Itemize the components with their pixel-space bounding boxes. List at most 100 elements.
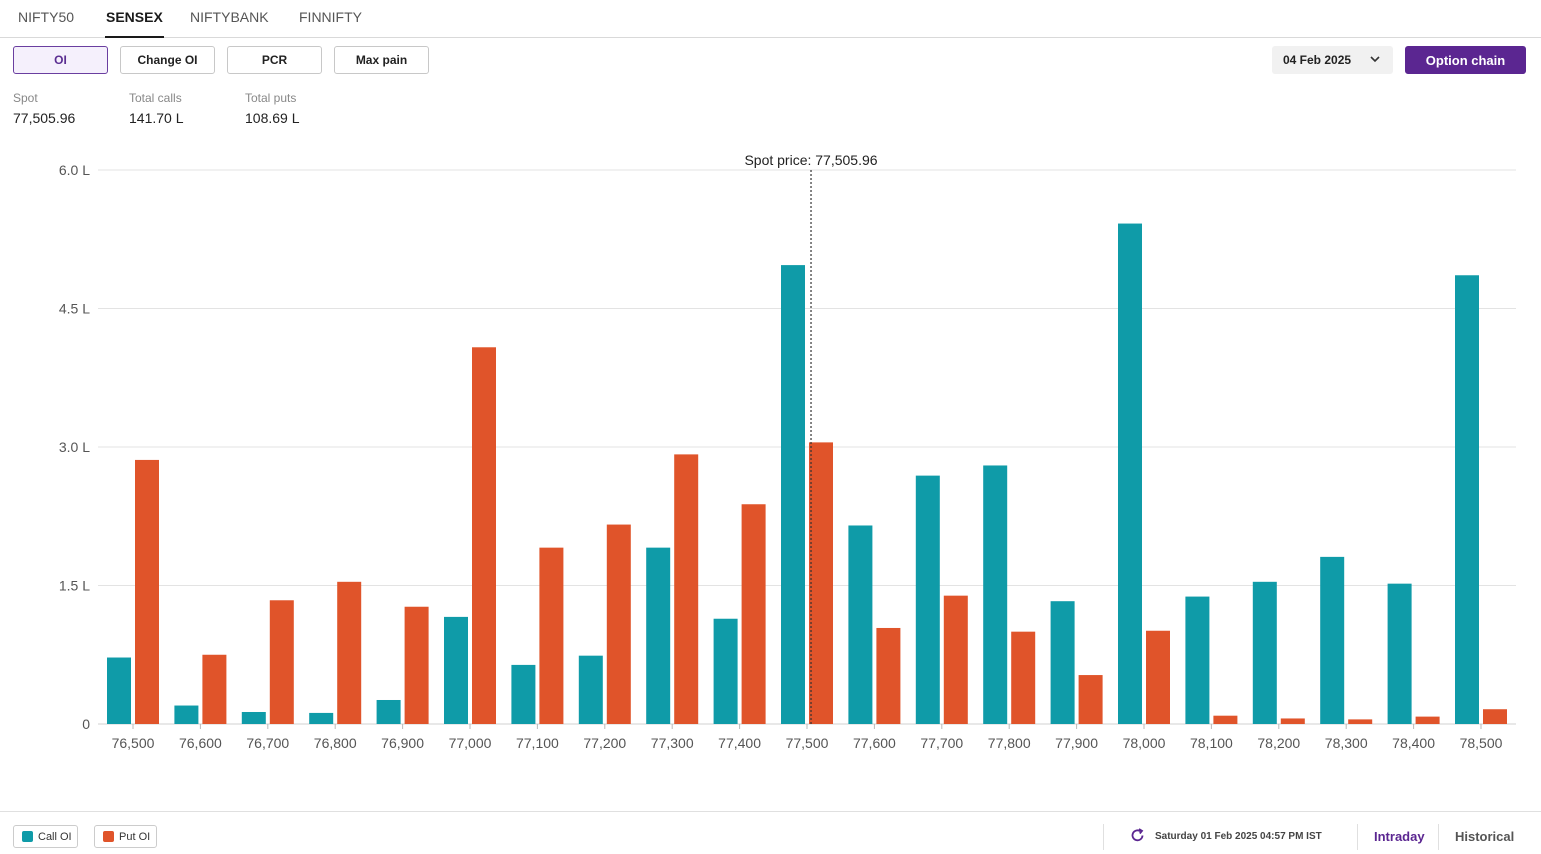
- divider: [1357, 824, 1358, 850]
- chevron-down-icon: [1370, 56, 1380, 63]
- intraday-tab[interactable]: Intraday: [1374, 829, 1425, 844]
- refresh-icon[interactable]: [1129, 827, 1146, 844]
- call-oi-swatch: [22, 831, 33, 842]
- call-oi-bar: [983, 465, 1008, 724]
- legend-call-oi-label: Call OI: [38, 830, 72, 843]
- x-tick-label: 77,100: [516, 735, 559, 751]
- x-tick-label: 77,700: [920, 735, 963, 751]
- x-tick-label: 76,600: [179, 735, 222, 751]
- spot-value: 77,505.96: [13, 110, 76, 126]
- call-oi-bar: [1050, 601, 1075, 724]
- last-updated-timestamp: Saturday 01 Feb 2025 04:57 PM IST: [1155, 831, 1322, 842]
- y-tick-label: 3.0 L: [59, 439, 90, 455]
- put-oi-bar: [876, 627, 901, 724]
- x-tick-label: 78,100: [1190, 735, 1233, 751]
- y-tick-label: 1.5 L: [59, 578, 90, 594]
- call-oi-bar: [1320, 556, 1345, 724]
- legend-call-oi[interactable]: Call OI: [13, 825, 78, 848]
- tab-finnifty[interactable]: FINNIFTY: [299, 9, 362, 38]
- put-oi-bar: [269, 600, 294, 724]
- call-oi-bar: [444, 616, 468, 724]
- x-tick-label: 78,400: [1392, 735, 1435, 751]
- call-oi-bar: [713, 618, 738, 724]
- put-oi-bar: [1078, 675, 1103, 724]
- put-oi-bar: [1415, 716, 1440, 724]
- call-oi-bar: [1252, 581, 1277, 724]
- option-chain-button[interactable]: Option chain: [1405, 46, 1526, 74]
- x-tick-label: 78,500: [1460, 735, 1503, 751]
- put-oi-bar: [606, 524, 631, 724]
- put-oi-bar: [472, 347, 496, 724]
- x-tick-label: 76,800: [314, 735, 357, 751]
- index-tabs: NIFTY50 SENSEX NIFTYBANK FINNIFTY: [0, 0, 1541, 38]
- spot-price-label: Spot price: 77,505.96: [744, 152, 877, 168]
- call-oi-bar: [646, 547, 671, 724]
- call-oi-bar: [1387, 583, 1412, 724]
- tab-niftybank[interactable]: NIFTYBANK: [190, 9, 269, 38]
- put-oi-bar: [337, 581, 362, 724]
- call-oi-bar: [107, 657, 131, 724]
- divider: [1103, 824, 1104, 850]
- call-oi-bar: [781, 265, 805, 724]
- x-tick-label: 78,000: [1123, 735, 1166, 751]
- put-oi-bar: [1483, 709, 1507, 724]
- tab-sensex[interactable]: SENSEX: [105, 9, 164, 38]
- expiry-date-value: 04 Feb 2025: [1283, 53, 1352, 67]
- x-tick-label: 77,200: [583, 735, 626, 751]
- x-tick-label: 76,500: [112, 735, 155, 751]
- put-oi-bar: [943, 595, 968, 724]
- call-oi-bar: [309, 712, 334, 724]
- put-oi-swatch: [103, 831, 114, 842]
- put-oi-bar: [1011, 631, 1036, 724]
- legend-put-oi[interactable]: Put OI: [94, 825, 157, 848]
- call-oi-bar: [1118, 223, 1142, 724]
- x-tick-label: 77,900: [1055, 735, 1098, 751]
- put-oi-bar: [674, 454, 699, 724]
- put-oi-bar: [741, 504, 766, 724]
- call-oi-bar: [915, 475, 940, 724]
- put-oi-bar: [202, 654, 227, 724]
- footer-bar: Call OI Put OI Saturday 01 Feb 2025 04:5…: [0, 811, 1541, 854]
- total-calls-stat: Total calls 141.70 L: [129, 91, 184, 126]
- put-oi-bar: [135, 459, 159, 724]
- put-oi-bar: [1280, 718, 1305, 724]
- x-tick-label: 77,400: [718, 735, 761, 751]
- put-oi-bar: [1213, 715, 1238, 724]
- total-calls-value: 141.70 L: [129, 110, 184, 126]
- call-oi-bar: [1185, 596, 1210, 724]
- pcr-button[interactable]: PCR: [227, 46, 322, 74]
- call-oi-bar: [511, 664, 536, 724]
- max-pain-button[interactable]: Max pain: [334, 46, 429, 74]
- x-tick-label: 77,600: [853, 735, 896, 751]
- total-calls-label: Total calls: [129, 91, 182, 105]
- y-tick-label: 6.0 L: [59, 162, 90, 178]
- legend-put-oi-label: Put OI: [119, 830, 151, 843]
- oi-button[interactable]: OI: [13, 46, 108, 74]
- expiry-date-select[interactable]: 04 Feb 2025: [1272, 46, 1393, 74]
- put-oi-bar: [1146, 630, 1170, 724]
- spot-stat: Spot 77,505.96: [13, 91, 75, 126]
- total-puts-value: 108.69 L: [245, 110, 300, 126]
- y-tick-label: 0: [82, 716, 90, 732]
- x-tick-label: 77,500: [786, 735, 829, 751]
- y-tick-label: 4.5 L: [59, 301, 90, 317]
- x-tick-label: 77,300: [651, 735, 694, 751]
- x-tick-label: 77,000: [449, 735, 492, 751]
- put-oi-bar: [809, 442, 833, 724]
- tab-nifty50[interactable]: NIFTY50: [18, 9, 74, 38]
- put-oi-bar: [1348, 719, 1373, 724]
- oi-bar-chart: 0 1.5 L 3.0 L 4.5 L 6.0 L 76,500 76,600 76,700 7…: [59, 152, 1516, 751]
- x-tick-label: 76,700: [246, 735, 289, 751]
- x-tick-label: 76,900: [381, 735, 424, 751]
- change-oi-button[interactable]: Change OI: [120, 46, 215, 74]
- call-oi-bar: [241, 711, 266, 724]
- spot-label: Spot: [13, 91, 38, 105]
- call-oi-bar: [174, 705, 199, 724]
- call-oi-bar: [1455, 275, 1479, 724]
- divider: [1438, 824, 1439, 850]
- historical-tab[interactable]: Historical: [1455, 829, 1514, 844]
- x-tick-label: 77,800: [988, 735, 1031, 751]
- put-oi-bar: [404, 606, 429, 724]
- x-tick-label: 78,300: [1325, 735, 1368, 751]
- put-oi-bar: [539, 547, 564, 724]
